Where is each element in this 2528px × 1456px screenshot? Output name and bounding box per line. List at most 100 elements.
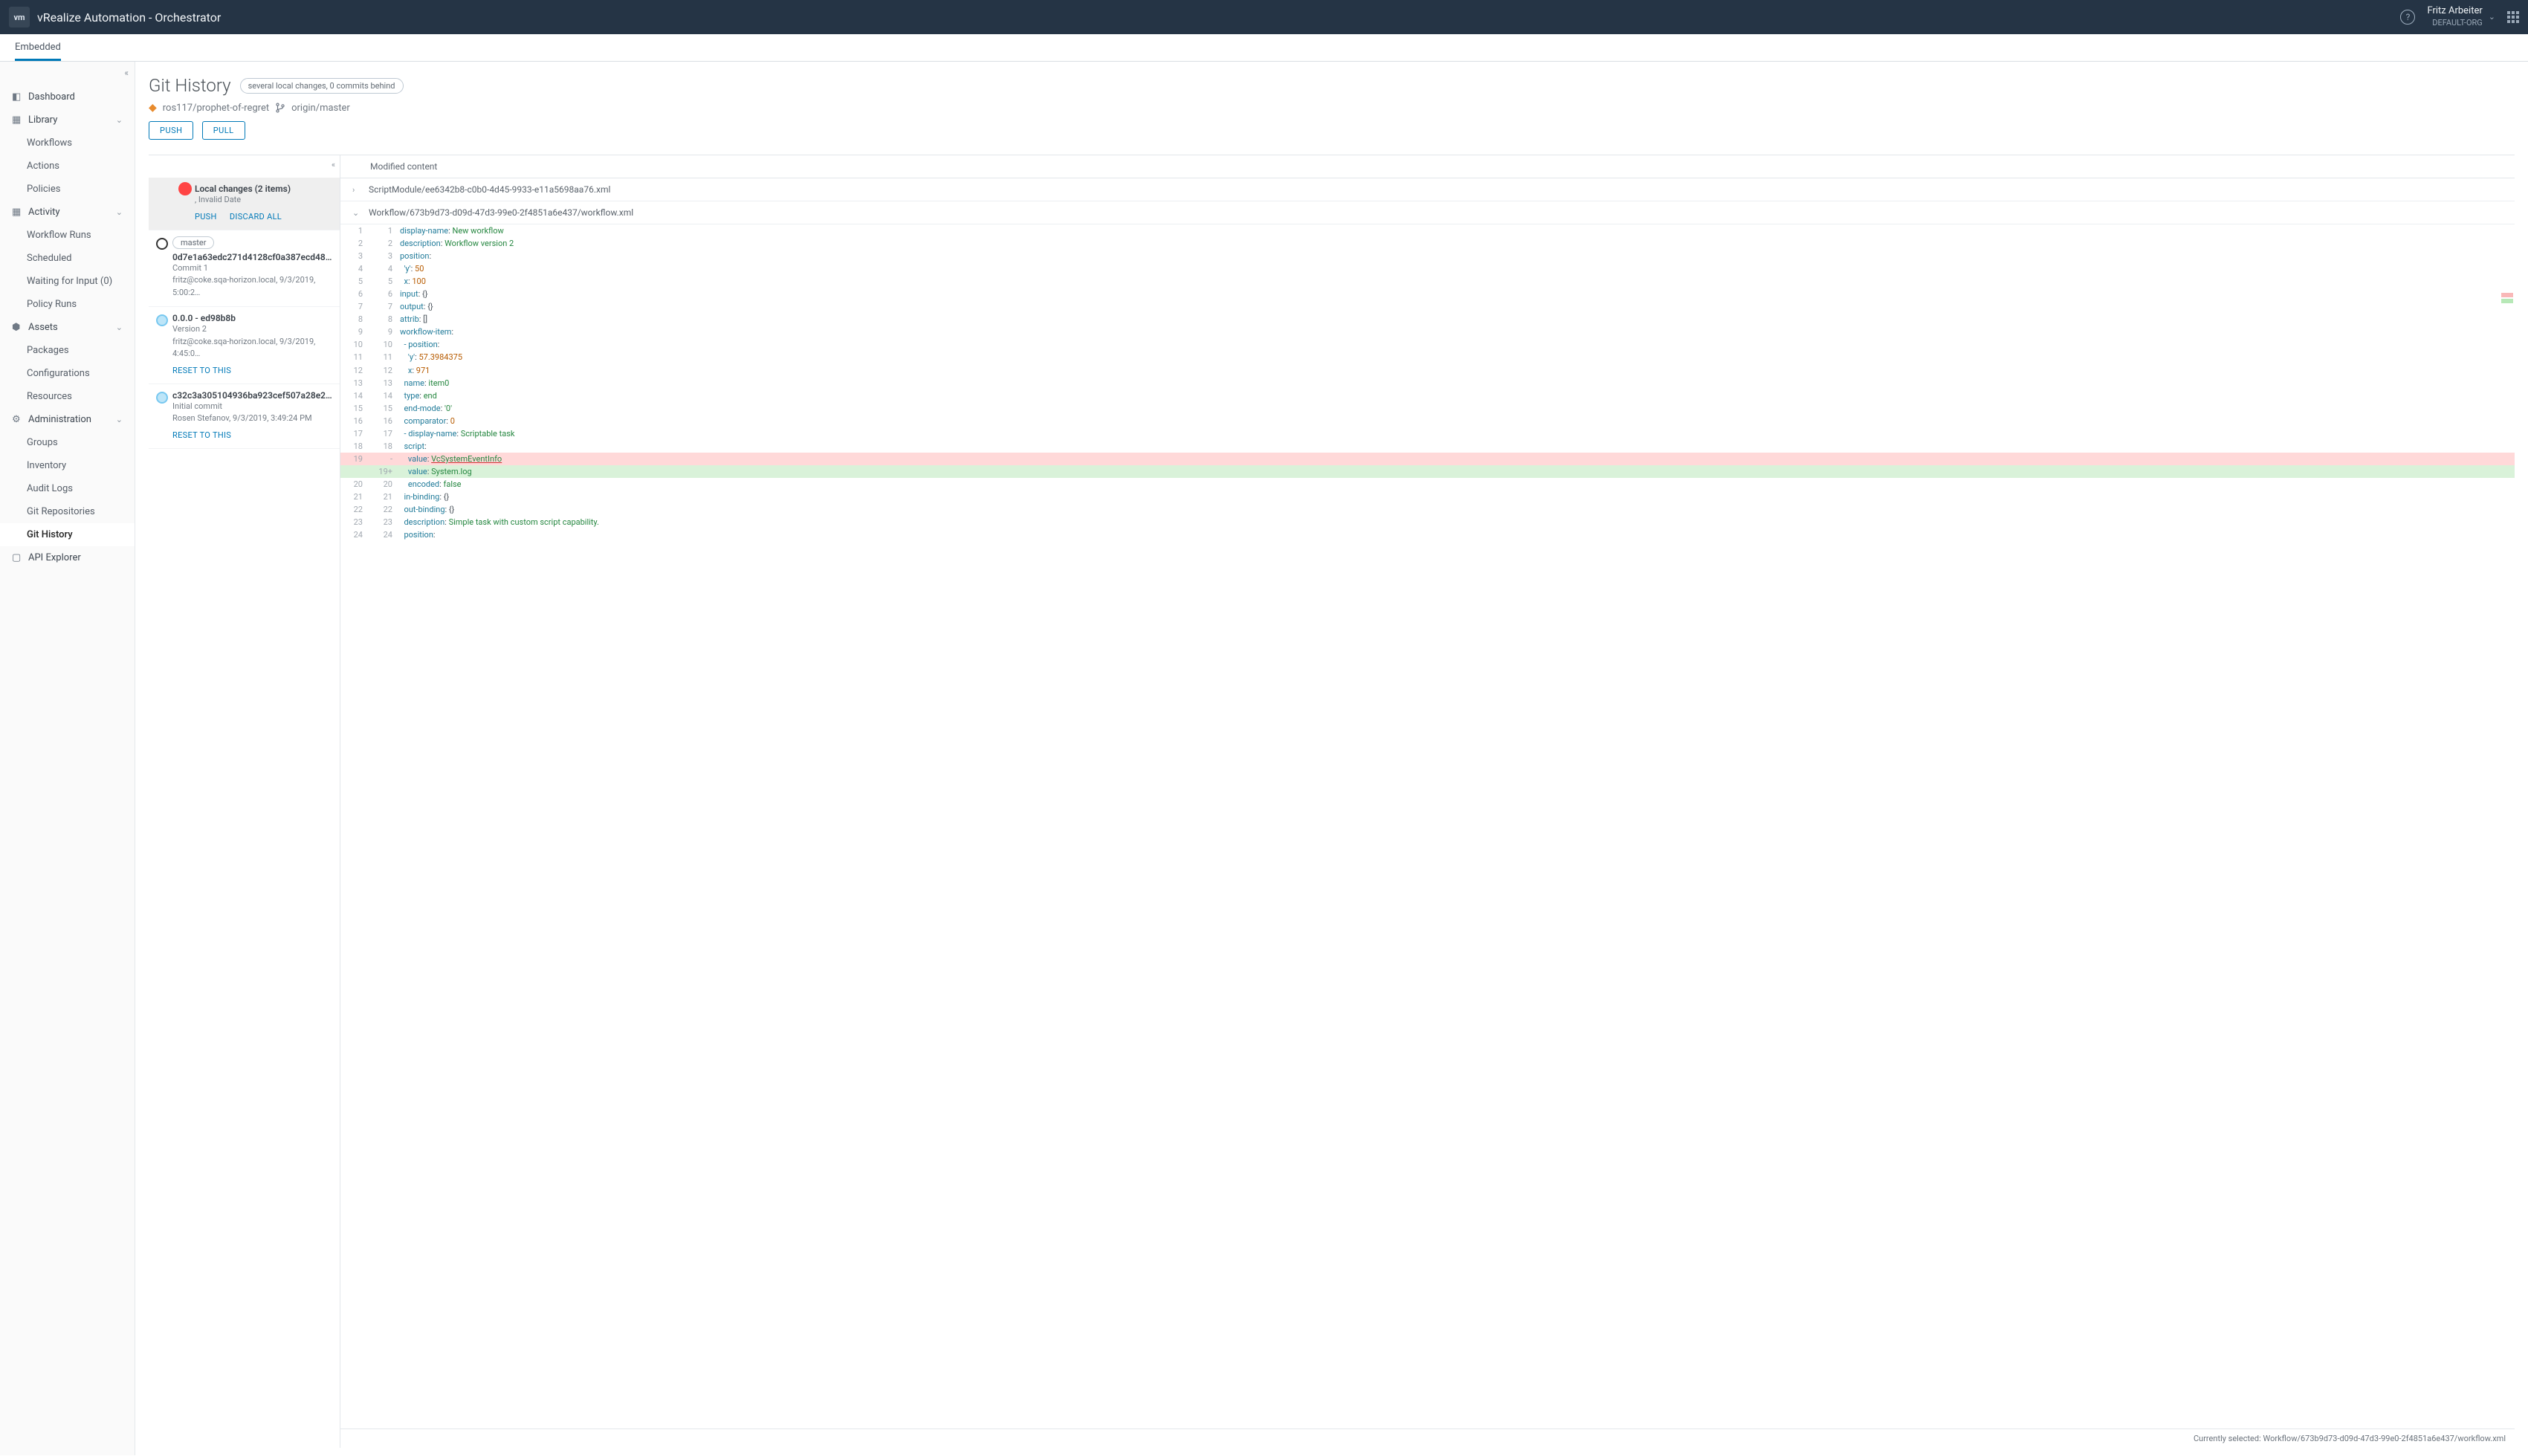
minimap[interactable] <box>2495 224 2515 321</box>
library-icon: ▦ <box>12 114 22 126</box>
push-button[interactable]: PUSH <box>149 121 193 140</box>
collapse-commits-icon[interactable]: « <box>332 160 335 169</box>
tab-embedded[interactable]: Embedded <box>15 34 61 61</box>
diff-line: 1313 name: item0 <box>340 377 2515 389</box>
commit-local-changes[interactable]: Local changes (2 items) , Invalid Date P… <box>149 178 340 230</box>
nav-configurations[interactable]: Configurations <box>0 362 135 385</box>
nav-waiting[interactable]: Waiting for Input (0) <box>0 270 135 293</box>
api-icon: ▢ <box>12 552 22 563</box>
diff-line: 22description: Workflow version 2 <box>340 237 2515 250</box>
diff-line: 2020 encoded: false <box>340 478 2515 491</box>
logo-icon: vm <box>9 7 30 27</box>
diff-line: 66input: {} <box>340 288 2515 300</box>
diff-line: 33position: <box>340 250 2515 262</box>
nav-scheduled[interactable]: Scheduled <box>0 247 135 270</box>
branch-icon <box>275 103 285 113</box>
nav-dashboard[interactable]: ◧Dashboard <box>0 85 135 109</box>
diff-line: 19- value: VcSystemEventInfo <box>340 453 2515 465</box>
file-row-expanded[interactable]: ⌄ Workflow/673b9d73-d09d-47d3-99e0-2f485… <box>340 201 2515 224</box>
reset-link[interactable]: RESET TO THIS <box>172 430 231 440</box>
status-pill: several local changes, 0 commits behind <box>240 78 404 94</box>
diff-line: 2121 in-binding: {} <box>340 491 2515 503</box>
repo-path: ros117/prophet-of-regret <box>163 103 269 114</box>
nav-actions[interactable]: Actions <box>0 155 135 178</box>
nav-git-repos[interactable]: Git Repositories <box>0 500 135 523</box>
commit-item[interactable]: c32c3a305104936ba923cef507a28e23897fd… I… <box>149 384 340 449</box>
diff-line: 1818 script: <box>340 440 2515 453</box>
user-menu[interactable]: Fritz Arbeiter DEFAULT-ORG ⌄ <box>2427 5 2495 28</box>
nav-api-explorer[interactable]: ▢API Explorer <box>0 546 135 569</box>
page-title: Git History <box>149 75 231 96</box>
diff-line: 2222 out-binding: {} <box>340 503 2515 516</box>
app-header: vm vRealize Automation - Orchestrator ? … <box>0 0 2528 34</box>
assets-icon: ⬢ <box>12 322 22 333</box>
dashboard-icon: ◧ <box>12 91 22 103</box>
diff-body[interactable]: 11display-name: New workflow22descriptio… <box>340 224 2515 1429</box>
nav-policy-runs[interactable]: Policy Runs <box>0 293 135 316</box>
chevron-right-icon: › <box>352 185 363 195</box>
app-title: vRealize Automation - Orchestrator <box>37 10 2400 25</box>
user-org: DEFAULT-ORG <box>2427 18 2482 28</box>
diff-line: 77output: {} <box>340 300 2515 313</box>
diff-line: 88attrib: [] <box>340 313 2515 326</box>
nav-inventory[interactable]: Inventory <box>0 454 135 477</box>
commit-dot-icon <box>156 392 168 404</box>
commit-dot-icon <box>156 238 168 250</box>
nav-audit-logs[interactable]: Audit Logs <box>0 477 135 500</box>
content: Git History several local changes, 0 com… <box>135 62 2528 1455</box>
diff-line: 1212 x: 971 <box>340 364 2515 377</box>
sidebar: « ◧Dashboard ▦Library⌄ Workflows Actions… <box>0 62 135 1455</box>
chevron-down-icon: ⌄ <box>116 415 123 424</box>
diff-line: 1414 type: end <box>340 389 2515 402</box>
help-icon[interactable]: ? <box>2400 10 2415 25</box>
admin-icon: ⚙ <box>12 414 22 425</box>
chevron-down-icon: ⌄ <box>116 207 123 217</box>
diff-line: 19+ value: System.log <box>340 465 2515 478</box>
diff-line: 1616 comparator: 0 <box>340 415 2515 427</box>
nav-resources[interactable]: Resources <box>0 385 135 408</box>
nav-packages[interactable]: Packages <box>0 339 135 362</box>
diff-header: Modified content <box>340 155 2515 178</box>
tab-bar: Embedded <box>0 34 2528 62</box>
diff-pane: Modified content › ScriptModule/ee6342b8… <box>340 155 2515 1448</box>
diff-line: 1010 - position: <box>340 338 2515 351</box>
commit-discard-link[interactable]: DISCARD ALL <box>230 212 282 221</box>
nav-library[interactable]: ▦Library⌄ <box>0 109 135 132</box>
commit-item[interactable]: 0.0.0 - ed98b8b Version 2 fritz@coke.sqa… <box>149 307 340 384</box>
diff-line: 1111 'y': 57.3984375 <box>340 351 2515 363</box>
commit-push-link[interactable]: PUSH <box>195 212 217 221</box>
chevron-down-icon: ⌄ <box>352 208 363 218</box>
nav-workflows[interactable]: Workflows <box>0 132 135 155</box>
nav-policies[interactable]: Policies <box>0 178 135 201</box>
file-row-collapsed[interactable]: › ScriptModule/ee6342b8-c0b0-4d45-9933-e… <box>340 178 2515 201</box>
reset-link[interactable]: RESET TO THIS <box>172 366 231 375</box>
diff-line: 55 x: 100 <box>340 275 2515 288</box>
diff-line: 44 'y': 50 <box>340 262 2515 275</box>
local-changes-dot-icon <box>178 182 192 195</box>
pull-button[interactable]: PULL <box>202 121 245 140</box>
chevron-down-icon: ⌄ <box>116 115 123 125</box>
repo-icon: ◆ <box>149 102 157 114</box>
nav-git-history[interactable]: Git History <box>0 523 135 546</box>
diff-line: 11display-name: New workflow <box>340 224 2515 237</box>
chevron-down-icon: ⌄ <box>116 323 123 332</box>
diff-line: 2424 position: <box>340 528 2515 541</box>
chevron-down-icon: ⌄ <box>2489 12 2495 22</box>
commit-item[interactable]: master 0d7e1a63edc271d4128cf0a387ecd4808… <box>149 230 340 308</box>
apps-icon[interactable] <box>2507 11 2519 23</box>
nav-activity[interactable]: ▦Activity⌄ <box>0 201 135 224</box>
branch-pill: master <box>172 236 214 249</box>
branch-name: origin/master <box>291 103 350 114</box>
nav-groups[interactable]: Groups <box>0 431 135 454</box>
diff-line: 1515 end-mode: '0' <box>340 402 2515 415</box>
nav-assets[interactable]: ⬢Assets⌄ <box>0 316 135 339</box>
status-bar: Currently selected: Workflow/673b9d73-d0… <box>340 1429 2515 1448</box>
diff-line: 1717 - display-name: Scriptable task <box>340 427 2515 440</box>
collapse-sidebar-icon[interactable]: « <box>124 68 129 78</box>
commit-dot-icon <box>156 314 168 326</box>
activity-icon: ▦ <box>12 207 22 218</box>
nav-admin[interactable]: ⚙Administration⌄ <box>0 408 135 431</box>
diff-line: 2323 description: Simple task with custo… <box>340 516 2515 528</box>
nav-workflow-runs[interactable]: Workflow Runs <box>0 224 135 247</box>
user-name: Fritz Arbeiter <box>2427 5 2482 18</box>
